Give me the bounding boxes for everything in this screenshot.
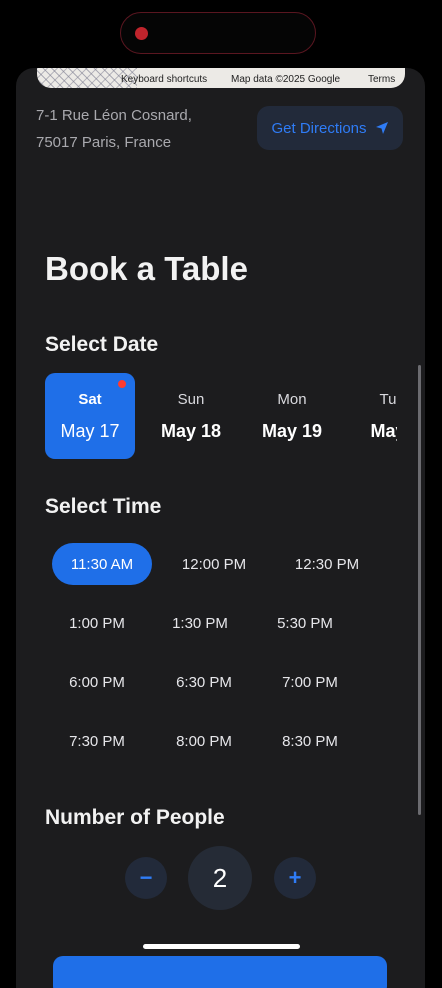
time-slot[interactable]: 12:30 PM xyxy=(277,543,377,585)
date-day-label: Tu xyxy=(379,391,397,408)
address-line-2: 75017 Paris, France xyxy=(36,134,172,151)
map-terms-link[interactable]: Terms xyxy=(368,74,395,85)
navigation-arrow-icon xyxy=(375,122,388,134)
book-table-title: Book a Table xyxy=(45,250,248,287)
date-day-label: Sat xyxy=(78,391,102,408)
decrement-people-button[interactable]: − xyxy=(125,857,167,899)
date-selector[interactable]: Sat May 17 Sun May 18 Mon May 19 Tu May xyxy=(45,373,397,459)
time-slot[interactable]: 1:30 PM xyxy=(150,602,250,644)
select-date-heading: Select Date xyxy=(45,333,159,356)
map-keyboard-shortcuts-link[interactable]: Keyboard shortcuts xyxy=(121,74,207,85)
map-view[interactable]: Keyboard shortcuts Map data ©2025 Google… xyxy=(37,68,405,88)
people-count-display: 2 xyxy=(188,846,252,910)
time-slot[interactable]: 7:00 PM xyxy=(260,661,360,703)
date-date-label: May 19 xyxy=(261,421,323,441)
plus-icon: + xyxy=(288,865,302,890)
time-slot[interactable]: 8:00 PM xyxy=(154,720,254,762)
date-day-label: Sun xyxy=(177,391,205,408)
reserve-button[interactable] xyxy=(53,956,387,988)
date-date-label: May 17 xyxy=(60,421,120,441)
time-slot[interactable]: 11:30 AM xyxy=(52,543,152,585)
time-slot[interactable]: 12:00 PM xyxy=(164,543,264,585)
date-day-label: Mon xyxy=(277,391,307,408)
select-time-heading: Select Time xyxy=(45,495,162,518)
get-directions-button[interactable]: Get Directions xyxy=(257,106,403,150)
notification-dot-icon xyxy=(118,380,126,388)
time-slot[interactable]: 1:00 PM xyxy=(47,602,147,644)
restaurant-address: 7-1 Rue Léon Cosnard, 75017 Paris, Franc… xyxy=(36,102,192,156)
date-date-label: May xyxy=(370,421,397,441)
time-slot[interactable]: 6:00 PM xyxy=(47,661,147,703)
home-indicator[interactable] xyxy=(143,944,300,949)
time-slot[interactable]: 7:30 PM xyxy=(47,720,147,762)
time-slot[interactable]: 5:30 PM xyxy=(255,602,355,644)
recording-indicator-icon xyxy=(135,27,148,40)
dynamic-island xyxy=(120,12,316,54)
date-option-sat-may-17[interactable]: Sat May 17 xyxy=(45,373,135,459)
date-date-label: May 18 xyxy=(160,421,222,441)
date-option-sun-may-18[interactable]: Sun May 18 xyxy=(146,373,236,459)
date-option-tue[interactable]: Tu May xyxy=(343,373,397,459)
date-option-mon-may-19[interactable]: Mon May 19 xyxy=(247,373,337,459)
address-line-1: 7-1 Rue Léon Cosnard, xyxy=(36,107,192,124)
minus-icon: − xyxy=(139,865,153,890)
increment-people-button[interactable]: + xyxy=(274,857,316,899)
number-of-people-heading: Number of People xyxy=(45,806,225,829)
scrollbar[interactable] xyxy=(418,365,421,815)
time-slot[interactable]: 8:30 PM xyxy=(260,720,360,762)
restaurant-detail-sheet: Keyboard shortcuts Map data ©2025 Google… xyxy=(16,68,425,988)
time-slot[interactable]: 6:30 PM xyxy=(154,661,254,703)
get-directions-label: Get Directions xyxy=(271,119,367,137)
map-data-attribution: Map data ©2025 Google xyxy=(231,74,341,85)
